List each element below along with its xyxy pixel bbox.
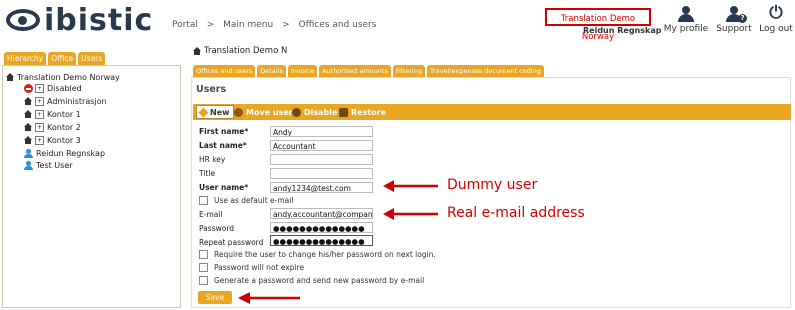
arrow-save-head [238, 292, 250, 304]
arrow-real-email-head [383, 208, 394, 220]
annotation-arrows [238, 180, 438, 304]
annotation-dummy-user: Dummy user [447, 177, 538, 193]
annotation-real-email: Real e-mail address [447, 205, 585, 221]
arrow-dummy-user-head [383, 180, 394, 192]
